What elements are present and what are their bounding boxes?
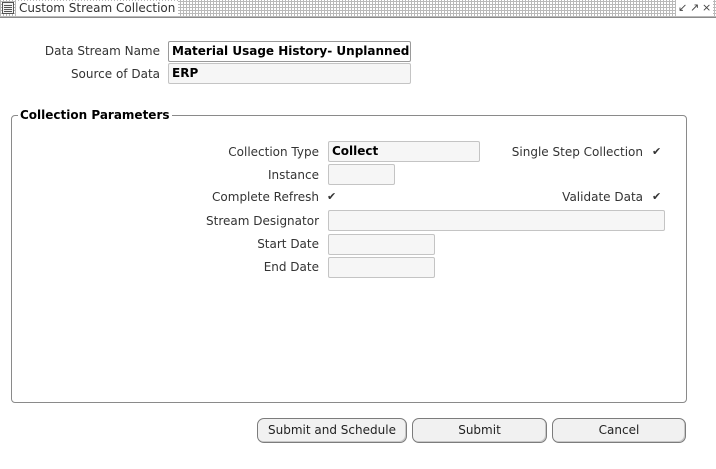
validate-data-checkbox[interactable]: ✔ <box>652 191 662 202</box>
collection-type-field[interactable]: Collect <box>328 141 480 162</box>
start-date-field[interactable] <box>328 234 435 255</box>
maximize-icon[interactable]: ↗ <box>690 1 699 15</box>
submit-button[interactable]: Submit <box>412 418 547 443</box>
data-stream-name-field[interactable]: Material Usage History- Unplanned Maint <box>168 41 411 62</box>
submit-and-schedule-button[interactable]: Submit and Schedule <box>257 418 407 443</box>
collection-type-label: Collection Type <box>228 145 319 159</box>
complete-refresh-label: Complete Refresh <box>212 190 319 204</box>
single-step-collection-label: Single Step Collection <box>511 145 643 159</box>
end-date-field[interactable] <box>328 257 435 278</box>
window-title-bar[interactable]: Custom Stream Collection ↙ ↗ × <box>0 0 716 18</box>
collection-parameters-title: Collection Parameters <box>18 108 172 122</box>
start-date-label: Start Date <box>257 237 319 251</box>
complete-refresh-checkbox[interactable]: ✔ <box>327 191 337 202</box>
stream-designator-label: Stream Designator <box>206 214 319 228</box>
single-step-collection-checkbox[interactable]: ✔ <box>652 146 662 157</box>
source-of-data-label: Source of Data <box>70 67 160 81</box>
instance-field[interactable] <box>328 164 395 185</box>
end-date-label: End Date <box>263 260 319 274</box>
app-icon <box>2 2 14 14</box>
data-stream-name-label: Data Stream Name <box>44 44 160 58</box>
source-of-data-field[interactable]: ERP <box>168 63 411 84</box>
close-icon[interactable]: × <box>702 1 711 15</box>
stream-designator-field[interactable] <box>328 210 665 231</box>
window-controls: ↙ ↗ × <box>676 0 713 16</box>
window-title: Custom Stream Collection <box>16 1 179 16</box>
minimize-icon[interactable]: ↙ <box>678 1 687 15</box>
instance-label: Instance <box>267 168 319 182</box>
cancel-button[interactable]: Cancel <box>552 418 686 443</box>
validate-data-label: Validate Data <box>562 190 643 204</box>
